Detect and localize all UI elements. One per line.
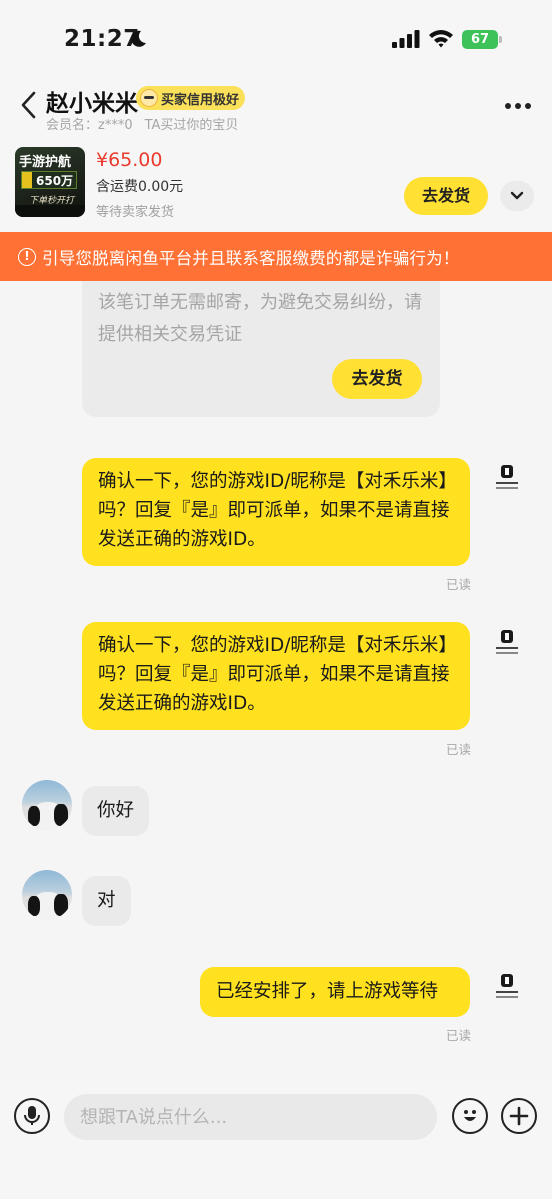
microphone-icon <box>24 1106 40 1125</box>
emoji-button[interactable] <box>452 1098 488 1134</box>
battery-level: 67 <box>462 30 498 49</box>
contact-name[interactable]: 赵小米米 <box>46 84 138 118</box>
status-bar: 21:27 67 <box>0 0 552 78</box>
thumb-number: 650万 <box>36 173 74 188</box>
bought-note: TA买过你的宝贝 <box>144 118 239 133</box>
thumb-box: 650万 <box>21 171 77 189</box>
battery-icon: 67 <box>462 30 502 49</box>
message-bubble-incoming[interactable]: 对 <box>82 876 131 926</box>
expand-button[interactable] <box>500 181 534 211</box>
moon-icon <box>131 30 146 47</box>
member-info: 会员名：z***0 TA买过你的宝贝 <box>46 114 250 133</box>
thumb-title: 手游护航 <box>19 155 72 170</box>
product-thumbnail[interactable]: 手游护航 650万 下单秒开打 <box>15 147 85 217</box>
wifi-icon <box>429 30 453 48</box>
message-bubble-incoming[interactable]: 你好 <box>82 786 150 836</box>
product-price: ¥65.00 <box>96 149 163 171</box>
plus-icon <box>509 1106 529 1126</box>
ship-button[interactable]: 去发货 <box>404 177 488 215</box>
read-status: 已读 <box>446 742 472 757</box>
order-status: 等待卖家发货 <box>96 205 175 220</box>
system-order-card: 该笔订单无需邮寄，为避免交易纠纷，请提供相关交易凭证 去发货 <box>82 281 440 417</box>
more-actions-button[interactable] <box>501 1098 537 1134</box>
user-avatar[interactable] <box>22 870 72 920</box>
credit-badge-label: 买家信用极好 <box>161 92 240 108</box>
member-name: 会员名：z***0 <box>46 118 133 133</box>
user-avatar[interactable] <box>22 780 72 830</box>
seller-logo-icon[interactable] <box>494 972 520 1002</box>
chat-header: 赵小米米 买家信用极好 会员名：z***0 TA买过你的宝贝 <box>0 78 552 135</box>
emoji-icon <box>464 1110 476 1121</box>
message-input[interactable] <box>64 1094 437 1140</box>
chevron-down-icon <box>510 191 524 200</box>
system-card-text: 该笔订单无需邮寄，为避免交易纠纷，请提供相关交易凭证 <box>98 292 422 345</box>
read-status: 已读 <box>446 1028 472 1043</box>
warning-text: 引导您脱离闲鱼平台并且联系客服缴费的都是诈骗行为！ <box>42 248 460 268</box>
smile-icon <box>140 89 158 107</box>
voice-button[interactable] <box>14 1098 50 1134</box>
seller-logo-icon[interactable] <box>494 463 520 493</box>
more-icon[interactable] <box>504 102 532 110</box>
message-bubble-outgoing[interactable]: 已经安排了，请上游戏等待 <box>200 967 470 1017</box>
fraud-warning-banner: ! 引导您脱离闲鱼平台并且联系客服缴费的都是诈骗行为！ <box>0 232 552 281</box>
message-bubble-outgoing[interactable]: 确认一下，您的游戏ID/昵称是【对禾乐米】吗？回复『是』即可派单，如果不是请直接… <box>82 458 470 566</box>
read-status: 已读 <box>446 577 472 592</box>
message-bubble-outgoing[interactable]: 确认一下，您的游戏ID/昵称是【对禾乐米】吗？回复『是』即可派单，如果不是请直接… <box>82 622 470 730</box>
shipping-fee: 含运费0.00元 <box>96 179 184 195</box>
warning-icon: ! <box>18 247 36 266</box>
product-bar: 手游护航 650万 下单秒开打 ¥65.00 含运费0.00元 等待卖家发货 去… <box>0 135 552 230</box>
back-icon[interactable] <box>18 90 40 120</box>
credit-badge[interactable]: 买家信用极好 <box>136 86 246 110</box>
signal-icon <box>392 30 420 48</box>
input-bar <box>0 1080 552 1199</box>
seller-logo-icon[interactable] <box>494 628 520 658</box>
card-ship-button[interactable]: 去发货 <box>332 359 422 399</box>
